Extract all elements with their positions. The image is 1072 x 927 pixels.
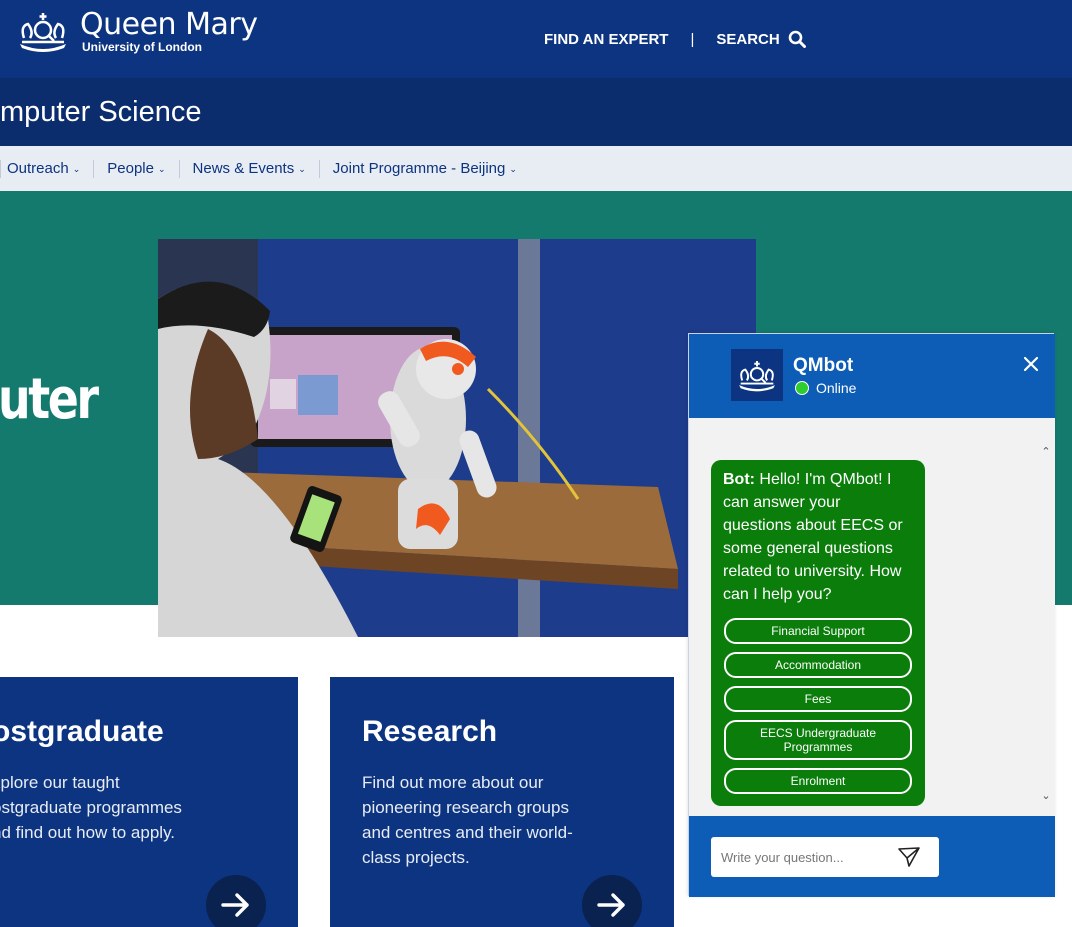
card-line: Find out more about our xyxy=(362,773,544,792)
bot-avatar xyxy=(731,349,783,401)
chatbot-widget: QMbot Online Bot: Hello! I'm QMbot! I ca… xyxy=(688,333,1055,897)
nav-item-outreach[interactable]: Outreach ⌄ xyxy=(0,159,93,178)
scroll-up-icon[interactable]: ⌃ xyxy=(1040,446,1052,458)
bot-message: Bot: Hello! I'm QMbot! I can answer your… xyxy=(711,460,925,806)
card-postgraduate[interactable]: ostgraduate xplore our taught ostgraduat… xyxy=(0,677,298,927)
status-label: Online xyxy=(816,380,857,396)
crown-crest-icon xyxy=(20,13,66,52)
chat-footer xyxy=(689,816,1055,897)
option-enrolment[interactable]: Enrolment xyxy=(724,768,912,794)
card-research[interactable]: Research Find out more about our pioneer… xyxy=(330,677,674,927)
find-expert-link[interactable]: FIND AN EXPERT xyxy=(544,31,668,48)
crown-crest-icon xyxy=(739,361,775,392)
option-accommodation[interactable]: Accommodation xyxy=(724,652,912,678)
chat-scrollbar[interactable]: ⌃ ⌄ xyxy=(1037,446,1055,802)
bot-status: Online xyxy=(795,380,856,396)
department-bar: mputer Science xyxy=(0,78,1072,146)
card-line: nd find out how to apply. xyxy=(0,823,176,842)
chevron-down-icon: ⌄ xyxy=(72,164,81,174)
arrow-right-icon xyxy=(597,893,625,917)
nav-item-news-events[interactable]: News & Events ⌄ xyxy=(178,159,319,178)
message-sender: Bot: xyxy=(723,471,755,488)
nav-item-people[interactable]: People ⌄ xyxy=(93,159,178,178)
chat-messages[interactable]: Bot: Hello! I'm QMbot! I can answer your… xyxy=(689,418,1055,816)
option-financial-support[interactable]: Financial Support xyxy=(724,618,912,644)
card-arrow-button[interactable] xyxy=(582,875,642,927)
close-icon[interactable] xyxy=(1021,354,1041,374)
card-title: Research xyxy=(362,715,498,748)
logo-wordmark: Queen Mary xyxy=(80,7,258,42)
hero-photo-robot xyxy=(158,239,756,637)
card-line: pioneering research groups xyxy=(362,798,569,817)
scroll-down-icon[interactable]: ⌄ xyxy=(1040,790,1052,802)
nav-label: News & Events xyxy=(192,160,295,177)
online-indicator-icon xyxy=(795,381,809,395)
nav-label: People xyxy=(107,160,154,177)
card-description: xplore our taught ostgraduate programmes… xyxy=(0,770,182,845)
nav-label: Joint Programme - Beijing xyxy=(332,160,506,177)
option-fees[interactable]: Fees xyxy=(724,686,912,712)
card-title: ostgraduate xyxy=(0,715,164,748)
bot-name: QMbot xyxy=(793,355,854,376)
card-line: xplore our taught xyxy=(0,773,120,792)
search-icon[interactable] xyxy=(788,30,806,48)
option-eecs-undergraduate[interactable]: EECS Undergraduate Programmes xyxy=(724,720,912,760)
hero-photo-illustration xyxy=(158,239,756,637)
bot-message-text: Bot: Hello! I'm QMbot! I can answer your… xyxy=(723,468,913,606)
card-line: class projects. xyxy=(362,848,470,867)
chat-header: QMbot Online xyxy=(689,334,1055,418)
arrow-right-icon xyxy=(221,893,249,917)
hero-heading: uter xyxy=(0,367,99,432)
chevron-down-icon: ⌄ xyxy=(298,164,306,174)
card-description: Find out more about our pioneering resea… xyxy=(362,770,573,870)
department-title[interactable]: mputer Science xyxy=(0,96,202,129)
header-separator: | xyxy=(690,30,695,48)
nav-item-joint-programme[interactable]: Joint Programme - Beijing ⌄ xyxy=(318,159,530,178)
message-body: Hello! I'm QMbot! I can answer your ques… xyxy=(723,471,903,603)
logo-subtitle: University of London xyxy=(82,40,202,54)
nav-label: Outreach xyxy=(7,160,69,177)
search-link[interactable]: SEARCH xyxy=(716,31,779,48)
card-arrow-button[interactable] xyxy=(206,875,266,927)
chevron-down-icon: ⌄ xyxy=(157,164,166,174)
main-nav: Outreach ⌄ People ⌄ News & Events ⌄ Joint P… xyxy=(0,146,1072,191)
university-logo[interactable]: Queen Mary University of London xyxy=(16,7,258,54)
send-icon[interactable] xyxy=(897,846,921,868)
card-line: and centres and their world- xyxy=(362,823,573,842)
site-header: Queen Mary University of London FIND AN … xyxy=(0,0,1072,78)
chevron-down-icon: ⌄ xyxy=(509,164,517,174)
card-line: ostgraduate programmes xyxy=(0,798,182,817)
